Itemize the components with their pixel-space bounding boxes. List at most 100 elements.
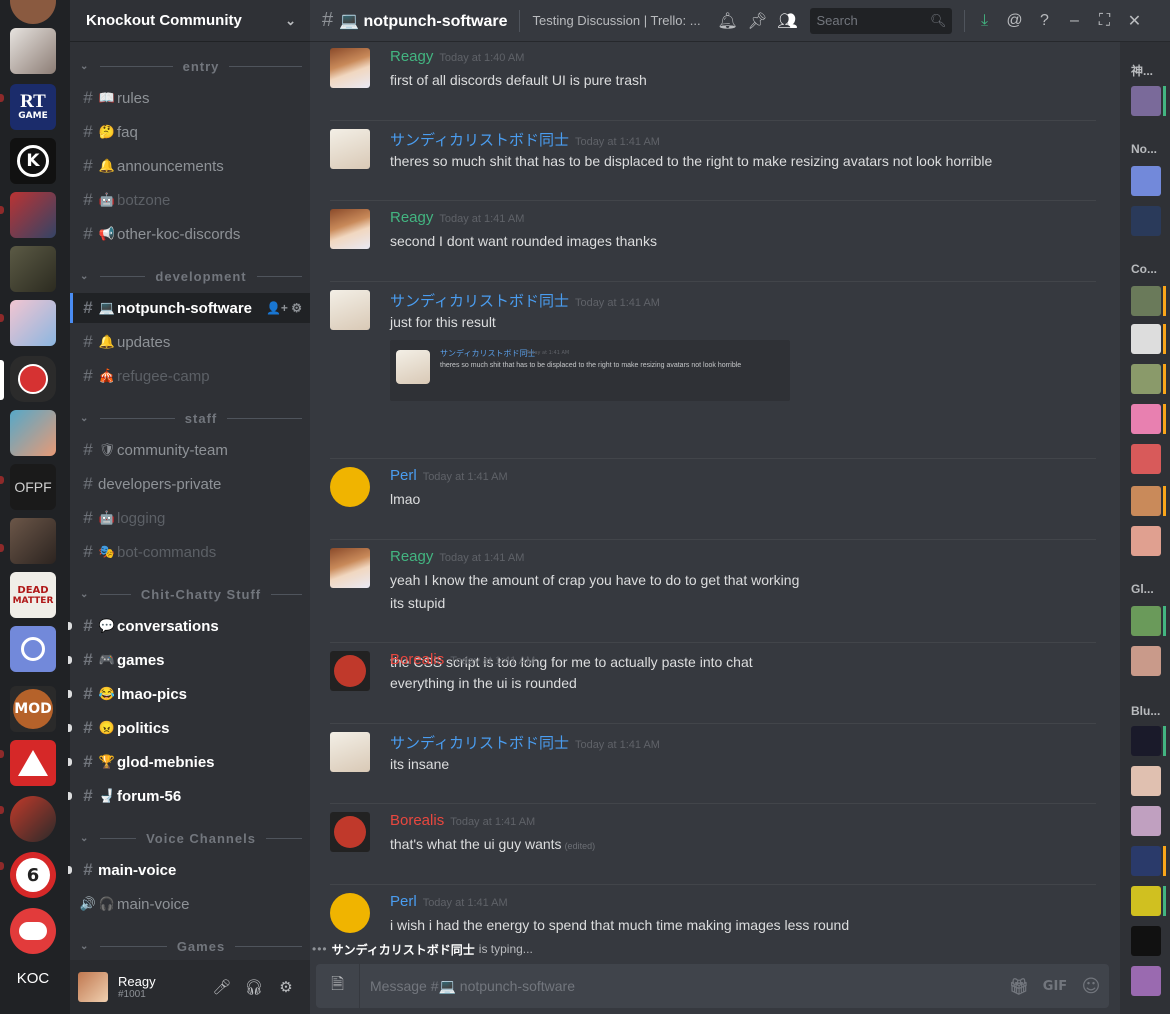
category-staff[interactable]: ⌄ staff — [70, 408, 310, 428]
close-icon[interactable]: ✕ — [1119, 11, 1149, 31]
server-icon-knockout[interactable]: K — [10, 138, 56, 184]
member-avatar[interactable] — [1131, 206, 1161, 236]
message-author[interactable]: サンディカリストボド同士 — [390, 732, 569, 753]
member-avatar[interactable] — [1131, 966, 1161, 996]
channel-developers-private[interactable]: # developers-private — [70, 469, 310, 499]
channel-bot-commands[interactable]: # 🎭 bot-commands — [70, 537, 310, 567]
member-avatar[interactable] — [1131, 404, 1161, 434]
avatar[interactable] — [330, 732, 370, 772]
member-avatar[interactable] — [1131, 646, 1161, 676]
members-icon[interactable]: 👥︎ — [772, 11, 802, 31]
member-avatar[interactable] — [1131, 364, 1161, 394]
member-avatar[interactable] — [1131, 486, 1161, 516]
server-icon-ofpf[interactable]: OFPF — [10, 464, 56, 510]
member-avatar[interactable] — [1131, 286, 1161, 316]
member-avatar[interactable] — [1131, 926, 1161, 956]
server-icon-rainbow-six[interactable]: 6 — [10, 852, 56, 898]
server-icon-active[interactable] — [10, 356, 56, 402]
avatar[interactable] — [330, 209, 370, 249]
channel-forum-56[interactable]: # 🚽 forum-56 — [68, 781, 310, 811]
channel-games[interactable]: # 🎮 games — [68, 645, 310, 675]
channel-rules[interactable]: # 📖 rules — [70, 83, 310, 113]
category-games[interactable]: ⌄ Games — [70, 936, 310, 956]
category-chit-chatty-stuff[interactable]: ⌄ Chit-Chatty Stuff — [70, 584, 310, 604]
server-icon[interactable] — [10, 246, 56, 292]
member-avatar[interactable] — [1131, 606, 1161, 636]
channel-other-koc-discords[interactable]: # 📢 other-koc-discords — [70, 219, 310, 249]
member-avatar[interactable] — [1131, 526, 1161, 556]
member-avatar[interactable] — [1131, 166, 1161, 196]
guild-header[interactable]: Knockout Community ⌄ — [70, 0, 310, 42]
server-icon[interactable] — [10, 740, 56, 786]
message-author[interactable]: Perl — [390, 467, 417, 484]
avatar[interactable] — [330, 290, 370, 330]
channel-glod-mebnies[interactable]: # 🏆 glod-mebnies — [68, 747, 310, 777]
server-icon[interactable] — [10, 908, 56, 954]
server-icon-dead-matter[interactable]: DEAD MATTER — [10, 572, 56, 618]
server-icon[interactable] — [10, 518, 56, 564]
minimize-icon[interactable]: – — [1059, 12, 1089, 30]
server-icon[interactable] — [10, 0, 56, 24]
server-icon-rt-game[interactable]: RT GAME — [10, 84, 56, 130]
upload-file-icon[interactable]: 🗎 — [316, 964, 360, 1008]
server-icon[interactable] — [10, 192, 56, 238]
category-entry[interactable]: ⌄ entry — [70, 56, 310, 76]
member-avatar[interactable] — [1131, 726, 1161, 756]
gift-icon[interactable]: 🎁︎ — [1001, 977, 1037, 996]
gif-button[interactable]: GIF — [1037, 979, 1073, 994]
channel-community-team[interactable]: # 🛡 community-team — [70, 435, 310, 465]
maximize-icon[interactable]: ⛶ — [1089, 12, 1119, 30]
category-voice-channels[interactable]: ⌄ Voice Channels — [70, 828, 310, 848]
server-icon[interactable] — [10, 626, 56, 672]
bell-icon[interactable]: 🔔︎ — [712, 11, 742, 31]
channel-main-voice-text[interactable]: # main-voice — [68, 855, 310, 885]
member-avatar[interactable] — [1131, 444, 1161, 474]
server-icon[interactable] — [10, 300, 56, 346]
gear-icon[interactable]: ⚙ — [270, 978, 302, 996]
channel-updates[interactable]: # 🔔 updates — [70, 327, 310, 357]
member-avatar[interactable] — [1131, 846, 1161, 876]
message-author[interactable]: サンディカリストボド同士 — [390, 129, 569, 150]
search-input[interactable]: Search 🔍︎ — [810, 7, 953, 34]
avatar[interactable] — [330, 651, 370, 691]
channel-lmao-pics[interactable]: # 😂 lmao-pics — [68, 679, 310, 709]
avatar[interactable] — [78, 972, 108, 1002]
avatar[interactable] — [330, 467, 370, 507]
avatar[interactable] — [330, 48, 370, 88]
server-icon[interactable] — [10, 796, 56, 842]
message-author[interactable]: サンディカリストボド同士 — [390, 290, 569, 311]
channel-logging[interactable]: # 🤖 logging — [70, 503, 310, 533]
channel-announcements[interactable]: # 🔔 announcements — [70, 151, 310, 181]
channel-refugee-camp[interactable]: # 🎪 refugee-camp — [70, 361, 310, 391]
message-author[interactable]: Borealis — [390, 651, 444, 668]
server-folder-koc[interactable]: KOC — [0, 970, 66, 987]
avatar[interactable] — [330, 812, 370, 852]
download-icon[interactable]: ⤓ — [969, 12, 999, 30]
message-author[interactable]: Borealis — [390, 812, 444, 829]
message-author[interactable]: Reagy — [390, 48, 433, 65]
avatar[interactable] — [330, 893, 370, 933]
channel-faq[interactable]: # 🤔 faq — [70, 117, 310, 147]
channel-conversations[interactable]: # 💬 conversations — [68, 611, 310, 641]
microphone-icon[interactable]: 🎤︎ — [206, 978, 238, 996]
category-development[interactable]: ⌄ development — [70, 266, 310, 286]
server-icon[interactable] — [10, 410, 56, 456]
headphones-icon[interactable]: 🎧︎ — [238, 978, 270, 996]
message-author[interactable]: Reagy — [390, 548, 433, 565]
message-author[interactable]: Perl — [390, 893, 417, 910]
avatar[interactable] — [330, 129, 370, 169]
message-author[interactable]: Reagy — [390, 209, 433, 226]
channel-politics[interactable]: # 😠 politics — [68, 713, 310, 743]
member-avatar[interactable] — [1131, 324, 1161, 354]
server-icon[interactable] — [10, 28, 56, 74]
channel-topic[interactable]: Testing Discussion | Trello: ... — [532, 13, 712, 28]
member-avatar[interactable] — [1131, 806, 1161, 836]
avatar[interactable] — [330, 548, 370, 588]
pin-icon[interactable]: 📌︎ — [742, 11, 772, 31]
member-avatar[interactable] — [1131, 886, 1161, 916]
member-avatar[interactable] — [1131, 86, 1161, 116]
mention-icon[interactable]: @ — [999, 12, 1029, 30]
image-attachment[interactable]: サンディカリストボド同士 Today at 1:41 AM theres so mu… — [390, 340, 790, 401]
channel-botzone[interactable]: # 🤖 botzone — [70, 185, 310, 215]
help-icon[interactable]: ? — [1029, 12, 1059, 30]
